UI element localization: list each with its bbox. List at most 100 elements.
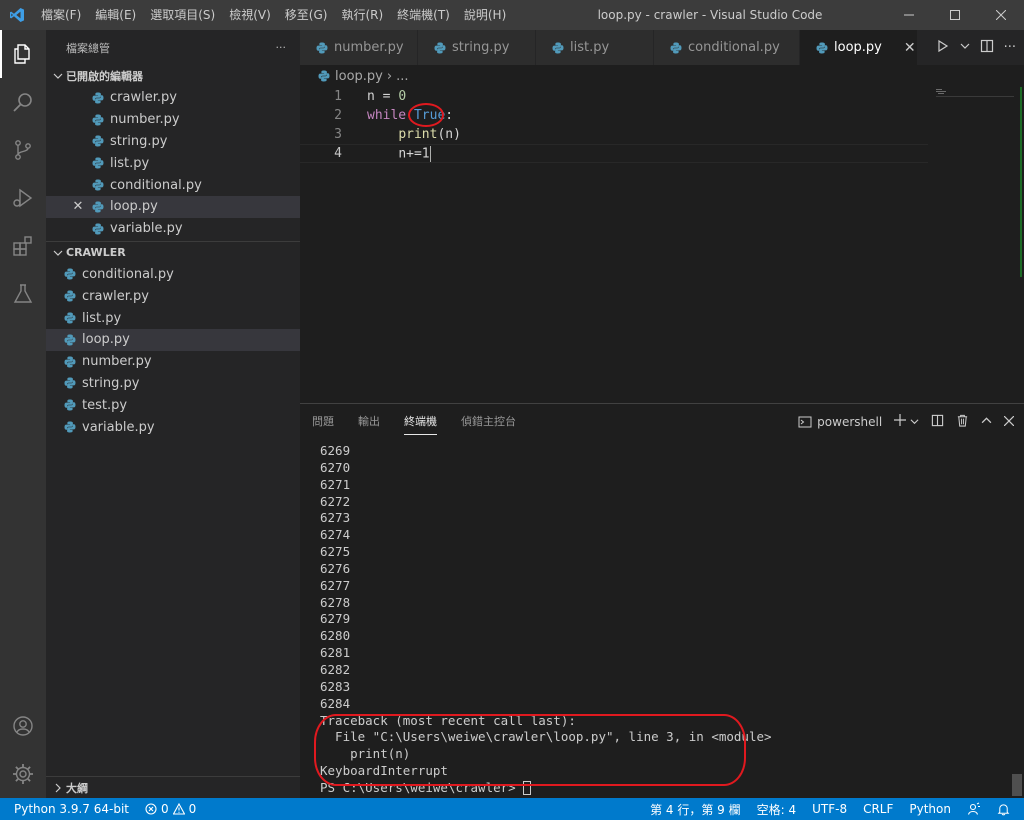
- file-label: list.py: [82, 310, 122, 326]
- activity-explorer[interactable]: [0, 30, 46, 78]
- indentation[interactable]: 空格: 4: [749, 801, 805, 818]
- code-line: 1 n = 0: [300, 87, 1024, 106]
- file-tree-item[interactable]: string.py: [46, 373, 300, 395]
- terminal-icon: [798, 416, 812, 427]
- language-mode[interactable]: Python: [901, 802, 959, 816]
- tab-label: loop.py: [834, 40, 882, 55]
- open-editor-item-active[interactable]: ✕ loop.py: [46, 195, 300, 218]
- more-actions-button[interactable]: ···: [276, 41, 287, 54]
- split-terminal-icon: [931, 414, 944, 426]
- open-editor-item[interactable]: crawler.py: [46, 87, 300, 109]
- tab-conditional[interactable]: conditional.py: [654, 30, 800, 65]
- file-tree-item[interactable]: conditional.py: [46, 264, 300, 286]
- open-editor-item[interactable]: string.py: [46, 131, 300, 153]
- file-tree-item[interactable]: test.py: [46, 394, 300, 416]
- more-editor-actions-button[interactable]: ···: [1004, 40, 1016, 55]
- python-file-icon: [92, 114, 104, 126]
- kill-terminal-button[interactable]: [956, 414, 969, 430]
- end-of-line[interactable]: CRLF: [855, 802, 901, 816]
- file-tree-item[interactable]: crawler.py: [46, 285, 300, 307]
- run-file-button[interactable]: [936, 39, 950, 57]
- menu-run[interactable]: 執行(R): [334, 0, 390, 30]
- activity-manage[interactable]: [0, 750, 46, 798]
- breadcrumb-symbols[interactable]: ...: [396, 69, 408, 84]
- maximize-panel-button[interactable]: [981, 415, 992, 429]
- tab-output[interactable]: 輸出: [358, 404, 380, 439]
- activity-bar: [0, 30, 46, 798]
- python-interpreter[interactable]: Python 3.9.7 64-bit: [0, 802, 137, 816]
- activity-testing[interactable]: [0, 270, 46, 318]
- split-terminal-button[interactable]: [931, 414, 944, 430]
- activity-search[interactable]: [0, 78, 46, 126]
- open-editor-item[interactable]: number.py: [46, 109, 300, 131]
- outline-section-header[interactable]: 大綱: [46, 776, 300, 798]
- terminal-selector[interactable]: powershell: [798, 415, 882, 429]
- tab-string[interactable]: string.py: [418, 30, 536, 65]
- file-tree-item[interactable]: list.py: [46, 307, 300, 329]
- feedback-button[interactable]: [959, 802, 989, 816]
- code-editor[interactable]: 1 n = 0 2 while True: 3 print(n) 4 n+=1: [300, 87, 1024, 403]
- status-bar: Python 3.9.7 64-bit 0 0 第 4 行，第 9 欄 空格: …: [0, 798, 1024, 820]
- chevron-down-icon: [960, 43, 970, 49]
- activity-run-debug[interactable]: [0, 174, 46, 222]
- python-file-icon: [64, 377, 76, 389]
- vscode-logo-icon: [0, 0, 34, 30]
- menu-selection[interactable]: 選取項目(S): [143, 0, 222, 30]
- minimize-button[interactable]: [886, 0, 932, 30]
- tab-list[interactable]: list.py: [536, 30, 654, 65]
- run-options-button[interactable]: [960, 40, 970, 55]
- file-label: number.py: [82, 354, 152, 370]
- breadcrumb-file[interactable]: loop.py: [335, 69, 383, 84]
- open-editor-item[interactable]: conditional.py: [46, 174, 300, 196]
- menu-view[interactable]: 檢視(V): [222, 0, 278, 30]
- open-editor-item[interactable]: variable.py: [46, 218, 300, 240]
- open-editors-header[interactable]: 已開啟的編輯器: [46, 65, 300, 87]
- folder-title: CRAWLER: [66, 246, 126, 260]
- menu-go[interactable]: 移至(G): [278, 0, 335, 30]
- new-terminal-button[interactable]: [894, 414, 919, 429]
- open-editor-item[interactable]: list.py: [46, 152, 300, 174]
- terminal-line: 6278: [320, 594, 351, 610]
- python-file-icon: [92, 135, 104, 147]
- folder-header[interactable]: CRAWLER: [46, 242, 300, 264]
- close-editor-icon[interactable]: ✕: [72, 199, 84, 214]
- encoding[interactable]: UTF-8: [804, 802, 855, 816]
- activity-extensions[interactable]: [0, 222, 46, 270]
- file-tree-item-active[interactable]: loop.py: [46, 328, 300, 351]
- python-file-icon: [670, 42, 682, 54]
- close-panel-button[interactable]: [1003, 415, 1015, 429]
- menu-bar: 檔案(F) 編輯(E) 選取項目(S) 檢視(V) 移至(G) 執行(R) 終端…: [34, 0, 513, 30]
- problems-status[interactable]: 0 0: [137, 802, 204, 816]
- tab-terminal[interactable]: 終端機: [404, 404, 437, 439]
- tab-debug-console[interactable]: 偵錯主控台: [461, 404, 516, 439]
- activity-source-control[interactable]: [0, 126, 46, 174]
- split-editor-button[interactable]: [980, 39, 994, 57]
- menu-edit[interactable]: 編輯(E): [88, 0, 143, 30]
- editor-scrollbar[interactable]: [1020, 87, 1022, 277]
- tab-loop[interactable]: loop.py ✕: [800, 30, 918, 65]
- maximize-button[interactable]: [932, 0, 978, 30]
- code-line: 2 while True:: [300, 103, 1024, 127]
- menu-help[interactable]: 說明(H): [457, 0, 513, 30]
- close-window-button[interactable]: [978, 0, 1024, 30]
- chevron-down-icon: [910, 419, 919, 425]
- file-label: loop.py: [82, 332, 130, 348]
- cursor-position[interactable]: 第 4 行，第 9 欄: [642, 801, 749, 818]
- tab-number[interactable]: number.py: [300, 30, 418, 65]
- text-cursor: [429, 145, 431, 162]
- tab-problems[interactable]: 問題: [312, 404, 334, 439]
- file-tree-item[interactable]: variable.py: [46, 416, 300, 438]
- notifications-button[interactable]: [989, 803, 1024, 816]
- file-label: variable.py: [82, 419, 155, 435]
- terminal-line: 6284: [320, 695, 351, 711]
- menu-file[interactable]: 檔案(F): [34, 0, 88, 30]
- file-label: conditional.py: [110, 177, 202, 193]
- menu-terminal[interactable]: 終端機(T): [390, 0, 457, 30]
- activity-accounts[interactable]: [0, 702, 46, 750]
- terminal-scrollbar[interactable]: [1012, 774, 1022, 796]
- file-tree-item[interactable]: number.py: [46, 351, 300, 373]
- close-tab-icon[interactable]: ✕: [904, 40, 916, 56]
- minimap[interactable]: [936, 87, 1016, 97]
- code-token: n+=1: [398, 146, 430, 161]
